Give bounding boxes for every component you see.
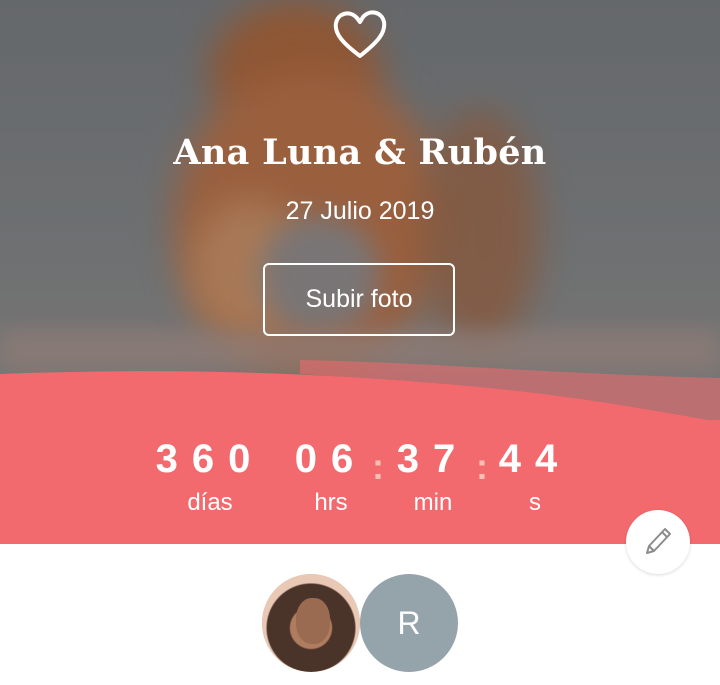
separator: : [372, 446, 384, 487]
days-label: días [187, 489, 233, 516]
edit-button[interactable] [626, 510, 690, 574]
seconds-label: s [529, 489, 541, 516]
couple-names: Ana Luna & Rubén [173, 132, 547, 173]
minutes-label: min [413, 489, 453, 516]
countdown: 360 días 06 hrs : 37 min : 44 s [0, 436, 720, 526]
pencil-icon [646, 528, 671, 554]
minutes-value: 37 [396, 437, 470, 481]
wedding-screen: Ana Luna & Rubén 27 Julio 2019 Subir fot… [0, 0, 720, 685]
upload-photo-button[interactable]: Subir foto [263, 263, 455, 336]
countdown-hours: 06 hrs [286, 436, 376, 518]
separator: : [476, 446, 488, 487]
cover-photo: Ana Luna & Rubén 27 Julio 2019 Subir fot… [0, 0, 720, 420]
hours-value: 06 [294, 437, 368, 481]
days-value: 360 [155, 437, 265, 481]
heart-icon [333, 10, 387, 58]
seconds-value: 44 [498, 437, 572, 481]
countdown-days: 360 días [150, 436, 270, 518]
countdown-seconds: 44 s [490, 436, 580, 518]
avatar-partner-1[interactable] [262, 574, 360, 672]
wedding-date: 27 Julio 2019 [285, 197, 435, 225]
hours-label: hrs [314, 489, 348, 516]
avatar-partner-2[interactable]: R [360, 574, 458, 672]
countdown-minutes: 37 min [388, 436, 478, 518]
